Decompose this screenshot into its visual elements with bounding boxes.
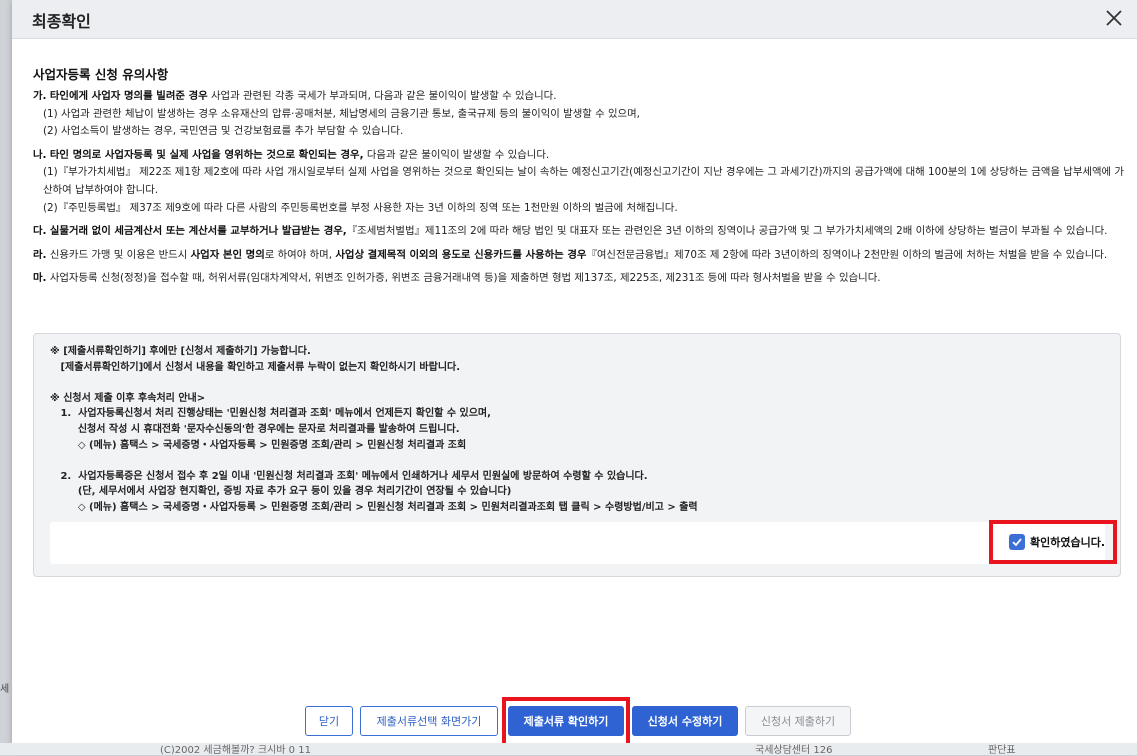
confirm-label[interactable]: 확인하였습니다. xyxy=(1030,534,1105,550)
submit-application-button[interactable]: 신청서 제출하기 xyxy=(745,706,851,736)
select-docs-button[interactable]: 제출서류선택 화면가기 xyxy=(360,706,498,736)
notice-item-a-1: (1) 사업과 관련한 체납이 발생하는 경우 소유재산의 압류·공매처분, 체… xyxy=(43,107,640,120)
modal-title: 최종확인 xyxy=(32,12,91,31)
modal-header: 최종확인 xyxy=(12,0,1137,39)
notice-item-b: 나. 타인 명의로 사업자등록 및 실제 사업을 영위하는 것으로 확인되는 경… xyxy=(33,148,550,161)
edit-application-button[interactable]: 신청서 수정하기 xyxy=(632,706,738,736)
notice-item-a-2: (2) 사업소득이 발생하는 경우, 국민연금 및 건강보험료를 추가 부담할 … xyxy=(43,125,404,138)
confirm-highlight: 확인하였습니다. xyxy=(989,520,1117,564)
background-contact: 국세상담센터 126 xyxy=(755,745,833,756)
notice-item-e: 마. 사업자등록 신청(정정)을 접수할 때, 허위서류(임대차계약서, 위변조… xyxy=(33,272,881,285)
confirm-checkbox[interactable] xyxy=(1009,534,1025,550)
background-link: 판단표 xyxy=(988,745,1016,756)
notice-item-b-1: (1)『부가가치세법』 제22조 제1항 제2호에 따라 사업 개시일로부터 실… xyxy=(43,166,1124,196)
info-box: ※ [제출서류확인하기] 후에만 [신청서 제출하기] 가능합니다. [제출서류… xyxy=(33,333,1121,577)
notice-content: 가. 타인에게 사업자 명의를 빌려준 경우 사업과 관련된 각종 국세가 부과… xyxy=(33,88,1128,288)
info-text: ※ [제출서류확인하기] 후에만 [신청서 제출하기] 가능합니다. [제출서류… xyxy=(50,346,698,513)
check-icon xyxy=(1012,538,1022,547)
background-page-fragment: 세 xyxy=(0,680,12,720)
close-button[interactable]: 닫기 xyxy=(305,706,353,736)
notice-item-d: 라. 신용카드 가맹 및 이용은 반드시 사업자 본인 명의로 하여야 하며, … xyxy=(33,248,1108,261)
background-text: 세 xyxy=(0,684,10,695)
notice-item-c: 다. 실물거래 없이 세금계산서 또는 계산서를 교부하거나 발급받는 경우,『… xyxy=(33,225,1108,238)
final-confirm-modal: 최종확인 사업자등록 신청 유의사항 가. 타인에게 사업자 명의를 빌려준 경… xyxy=(12,0,1137,750)
background-copyright: (C)2002 세금해볼까? 크시바 0 11 xyxy=(160,745,311,756)
notice-item-b-2: (2)『주민등록법』 제37조 제9호에 따라 다른 사람의 주민등록번호를 부… xyxy=(43,201,678,214)
notice-item-a: 가. 타인에게 사업자 명의를 빌려준 경우 사업과 관련된 각종 국세가 부과… xyxy=(33,90,557,102)
close-icon[interactable] xyxy=(1103,7,1125,29)
check-docs-button[interactable]: 제출서류 확인하기 xyxy=(508,706,624,736)
confirm-bar: 확인하였습니다. xyxy=(50,520,1117,564)
notice-title: 사업자등록 신청 유의사항 xyxy=(33,67,169,82)
modal-footer: 닫기 제출서류선택 화면가기 제출서류 확인하기 신청서 수정하기 신청서 제출… xyxy=(12,660,1137,750)
